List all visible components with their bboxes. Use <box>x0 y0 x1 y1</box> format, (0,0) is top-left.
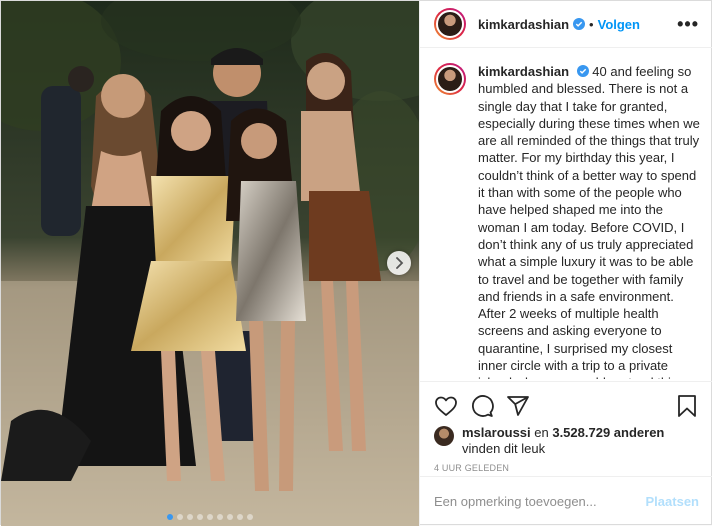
likes-conjunction: en <box>530 425 553 440</box>
separator-dot: • <box>589 16 594 32</box>
group-photo-illustration <box>1 1 419 526</box>
liker-avatar[interactable] <box>434 426 454 446</box>
verified-icon <box>576 65 589 77</box>
carousel-next-button[interactable] <box>387 251 411 275</box>
section-divider <box>420 381 712 382</box>
action-bar <box>434 393 699 419</box>
likes-suffix: vinden dit leuk <box>462 441 546 456</box>
verified-icon <box>573 18 586 30</box>
likes-count[interactable]: 3.528.729 anderen <box>552 425 664 440</box>
follow-button[interactable]: Volgen <box>598 17 640 32</box>
carousel-dot <box>177 514 183 520</box>
carousel-dot <box>227 514 233 520</box>
carousel-dot <box>237 514 243 520</box>
carousel-indicator <box>1 514 419 520</box>
likes-summary: mslaroussi en 3.528.729 anderen vinden d… <box>434 425 699 457</box>
caption-text-container: kimkardashian 40 and feeling so humbled … <box>478 63 704 379</box>
comment-input[interactable] <box>434 494 646 509</box>
comment-bar: Plaatsen <box>420 476 712 526</box>
carousel-dot <box>217 514 223 520</box>
carousel-dot <box>247 514 253 520</box>
post-header: kimkardashian • Volgen ••• <box>420 1 712 48</box>
comment-icon[interactable] <box>470 394 494 418</box>
post-photo[interactable] <box>1 1 419 526</box>
caption-block: kimkardashian 40 and feeling so humbled … <box>434 63 705 379</box>
heart-icon[interactable] <box>434 394 458 418</box>
share-icon[interactable] <box>506 394 530 418</box>
carousel-dot <box>187 514 193 520</box>
carousel-dot <box>197 514 203 520</box>
carousel-dot <box>167 514 173 520</box>
post-sidebar: kimkardashian • Volgen ••• kimkardashian… <box>419 1 712 526</box>
instagram-post: kimkardashian • Volgen ••• kimkardashian… <box>0 0 712 526</box>
post-timestamp[interactable]: 4 UUR GELEDEN <box>434 463 509 473</box>
header-username[interactable]: kimkardashian <box>478 17 569 32</box>
chevron-right-icon <box>396 257 404 269</box>
caption-avatar[interactable] <box>434 63 466 95</box>
bookmark-icon[interactable] <box>675 394 699 418</box>
caption-body: 40 and feeling so humbled and blessed. T… <box>478 64 700 379</box>
caption-username[interactable]: kimkardashian <box>478 64 569 79</box>
profile-avatar[interactable] <box>434 8 466 40</box>
carousel-dot <box>207 514 213 520</box>
more-horizontal-icon[interactable]: ••• <box>677 15 699 33</box>
liker-username[interactable]: mslaroussi <box>462 425 531 440</box>
post-comment-button[interactable]: Plaatsen <box>646 494 699 509</box>
